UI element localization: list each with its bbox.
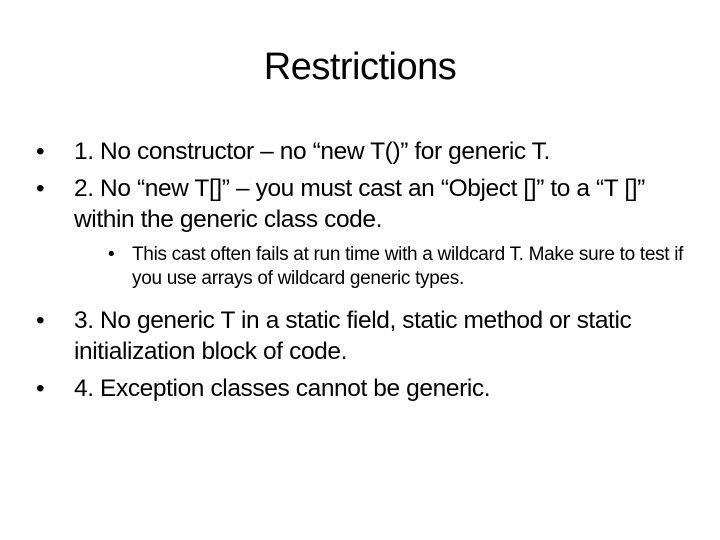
bullet-dot-icon: • (36, 307, 45, 334)
bullet-text: 1. No constructor – no “new T()” for gen… (74, 138, 550, 165)
sub-bullet-item: • This cast often fails at run time with… (36, 243, 696, 291)
slide-title: Restrictions (263, 46, 457, 88)
bullet-dot-icon: • (108, 244, 115, 265)
bullet-text: 4. Exception classes cannot be generic. (74, 375, 491, 402)
bullet-dot-icon: • (36, 138, 45, 165)
bullet-item-1: • 1. No constructor – no “new T()” for g… (36, 136, 696, 167)
bullet-dot-icon: • (36, 375, 45, 402)
bullet-item-3: • 3. No generic T in a static field, sta… (36, 305, 696, 367)
bullet-dot-icon: • (36, 175, 45, 202)
sub-bullet-text: This cast often fails at run time with a… (132, 244, 684, 289)
bullet-text: 3. No generic T in a static field, stati… (74, 307, 632, 365)
bullet-item-2: • 2. No “new T[]” – you must cast an “Ob… (36, 173, 696, 235)
bullet-text: 2. No “new T[]” – you must cast an “Obje… (74, 175, 645, 233)
bullet-item-4: • 4. Exception classes cannot be generic… (36, 373, 696, 404)
bullet-list: • 1. No constructor – no “new T()” for g… (36, 136, 696, 410)
